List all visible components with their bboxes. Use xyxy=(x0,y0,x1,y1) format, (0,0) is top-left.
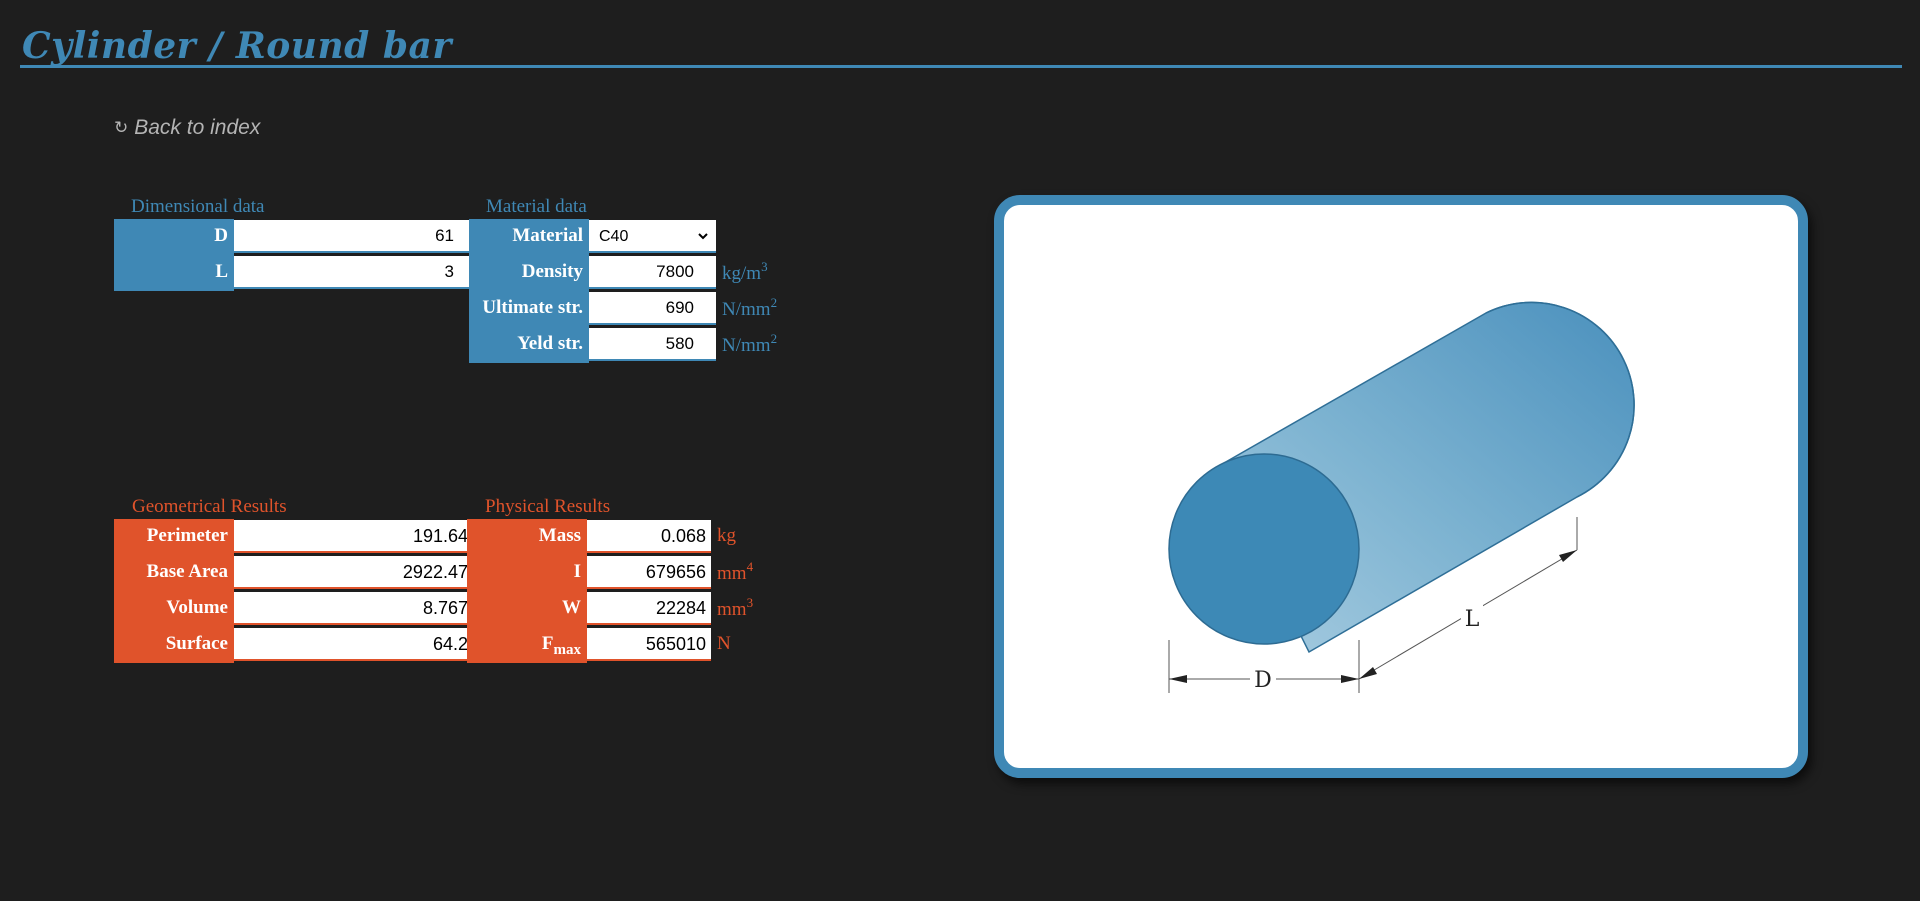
section-modulus-unit: mm3 xyxy=(717,596,753,621)
base-area-value: 2922.47 xyxy=(234,556,473,589)
perimeter-label: Perimeter xyxy=(114,519,234,555)
mass-label: Mass xyxy=(467,519,587,555)
d-dimension-label: D xyxy=(1254,668,1272,693)
surface-value: 64.2 xyxy=(234,628,473,661)
geometrical-results-title: Geometrical Results xyxy=(132,496,287,517)
refresh-arrow-icon: ↻ xyxy=(114,118,129,137)
section-modulus-value: 22284 xyxy=(587,592,711,625)
fmax-label: Fmax xyxy=(467,627,587,663)
l-input[interactable] xyxy=(234,256,476,289)
ultimate-strength-input[interactable] xyxy=(589,292,716,325)
volume-label: Volume xyxy=(114,591,234,627)
density-unit-base: kg/m xyxy=(722,263,762,284)
yield-strength-unit: N/mm2 xyxy=(722,332,777,357)
dimensional-data-title: Dimensional data xyxy=(131,196,265,217)
l-arrow-end xyxy=(1559,550,1577,562)
yield-unit-exp: 2 xyxy=(770,331,778,346)
density-unit-exp: 3 xyxy=(761,259,768,274)
w-unit-exp: 3 xyxy=(746,595,754,610)
ultimate-unit-exp: 2 xyxy=(770,295,778,310)
d-input[interactable] xyxy=(234,220,476,253)
page-title: Cylinder / Round bar xyxy=(22,25,452,67)
material-label: Material xyxy=(469,219,589,255)
mass-value: 0.068 xyxy=(587,520,711,553)
d-arrow-left xyxy=(1169,675,1187,683)
yield-strength-input[interactable] xyxy=(589,328,716,361)
density-unit: kg/m3 xyxy=(722,260,768,285)
yield-strength-label: Yeld str. xyxy=(469,327,589,363)
d-label: D xyxy=(114,219,234,255)
inertia-unit-base: mm xyxy=(717,563,747,584)
fmax-value: 565010 xyxy=(587,628,711,661)
cylinder-figure-frame: D L xyxy=(994,195,1808,778)
d-arrow-right xyxy=(1341,675,1359,683)
inertia-unit-exp: 4 xyxy=(746,559,754,574)
ultimate-unit-base: N/mm xyxy=(722,299,771,320)
section-modulus-label: W xyxy=(467,591,587,627)
density-input[interactable] xyxy=(589,256,716,289)
inertia-value: 679656 xyxy=(587,556,711,589)
density-label: Density xyxy=(469,255,589,291)
yield-unit-base: N/mm xyxy=(722,335,771,356)
l-label: L xyxy=(114,255,234,291)
inertia-unit: mm4 xyxy=(717,560,753,585)
fmax-label-sub: max xyxy=(553,642,582,658)
volume-value: 8.767 xyxy=(234,592,473,625)
cylinder-diagram: D L xyxy=(1168,301,1635,693)
inertia-label: I xyxy=(467,555,587,591)
mass-unit: kg xyxy=(717,525,736,546)
l-dimension-label: L xyxy=(1465,607,1480,632)
base-area-label: Base Area xyxy=(114,555,234,591)
surface-label: Surface xyxy=(114,627,234,663)
fmax-label-base: F xyxy=(541,633,554,654)
title-underline xyxy=(20,65,1902,68)
back-to-index-label: Back to index xyxy=(134,116,261,139)
cylinder-front-face xyxy=(1168,453,1360,645)
material-data-title: Material data xyxy=(486,196,587,217)
ultimate-strength-unit: N/mm2 xyxy=(722,296,777,321)
physical-results-title: Physical Results xyxy=(485,496,611,517)
l-arrow-start xyxy=(1359,667,1377,679)
ultimate-strength-label: Ultimate str. xyxy=(469,291,589,327)
perimeter-value: 191.64 xyxy=(234,520,473,553)
w-unit-base: mm xyxy=(717,599,747,620)
material-select[interactable]: C40 xyxy=(589,220,716,253)
back-to-index-link[interactable]: ↻ Back to index xyxy=(114,116,260,140)
fmax-unit: N xyxy=(717,633,731,654)
